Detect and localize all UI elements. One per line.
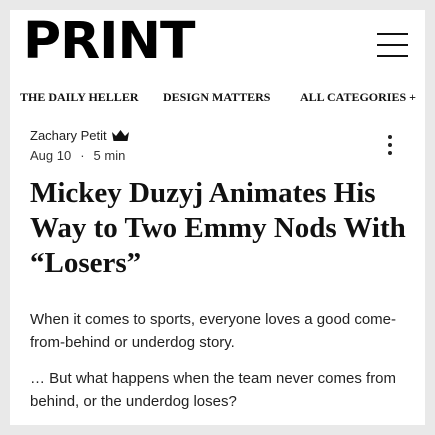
crown-icon bbox=[111, 129, 130, 145]
site-header: PRINT THE DAILY HELLER DESIGN MATTERS AL… bbox=[10, 10, 425, 130]
print-logo[interactable]: PRINT bbox=[23, 16, 195, 67]
author-name[interactable]: Zachary Petit bbox=[30, 128, 107, 143]
category-nav: THE DAILY HELLER DESIGN MATTERS ALL CATE… bbox=[10, 90, 425, 110]
more-dot-1 bbox=[388, 135, 392, 139]
nav-item-all-categories[interactable]: ALL CATEGORIES + bbox=[300, 90, 416, 105]
more-dot-3 bbox=[388, 151, 392, 155]
post-date: Aug 10 bbox=[30, 148, 72, 163]
more-vertical-icon[interactable] bbox=[385, 135, 395, 157]
nav-item-daily-heller[interactable]: THE DAILY HELLER bbox=[20, 90, 138, 105]
article-paragraph-1: When it comes to sports, everyone loves … bbox=[30, 311, 397, 351]
read-time: 5 min bbox=[93, 148, 126, 163]
article-title: Mickey Duzyj Animates His Way to Two Emm… bbox=[30, 177, 406, 279]
post-meta: Aug 10 · 5 min bbox=[30, 148, 125, 163]
meta-separator: · bbox=[80, 148, 85, 163]
author-row: Zachary Petit bbox=[30, 128, 130, 145]
menu-bar-bottom bbox=[377, 55, 408, 57]
menu-bar-middle bbox=[377, 44, 408, 46]
hamburger-menu-icon[interactable] bbox=[377, 29, 410, 59]
menu-bar-top bbox=[377, 33, 408, 35]
more-dot-2 bbox=[388, 143, 392, 147]
nav-item-design-matters[interactable]: DESIGN MATTERS bbox=[163, 90, 270, 105]
article-card: PRINT THE DAILY HELLER DESIGN MATTERS AL… bbox=[10, 10, 425, 425]
article-paragraph-2: … But what happens when the team never c… bbox=[30, 370, 397, 410]
